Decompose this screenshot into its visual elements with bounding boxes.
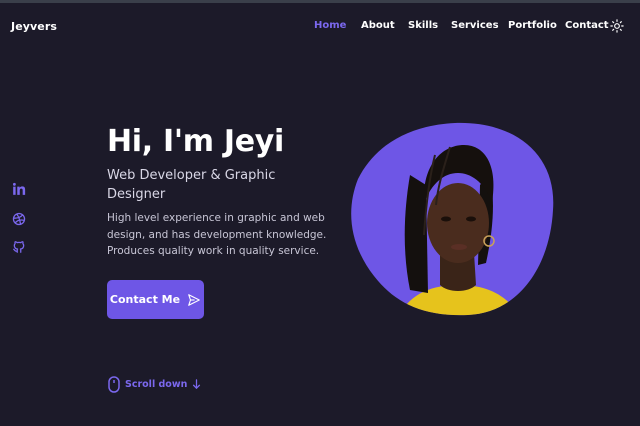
nav-skills[interactable]: Skills [408, 20, 438, 31]
hero-title: Hi, I'm Jeyi [107, 124, 285, 159]
scroll-down-label: Scroll down [125, 378, 188, 390]
hero-description: High level experience in graphic and web… [107, 212, 327, 257]
sun-icon[interactable] [610, 19, 624, 33]
site-header: Jeyvers Home About Skills Services Portf… [0, 3, 640, 49]
scroll-down-link[interactable]: Scroll down [108, 375, 201, 393]
github-icon[interactable] [12, 240, 26, 254]
nav-contact[interactable]: Contact [565, 20, 609, 31]
linkedin-icon[interactable] [12, 182, 26, 196]
nav-portfolio[interactable]: Portfolio [508, 20, 557, 31]
mouse-icon [108, 375, 120, 393]
site-logo[interactable]: Jeyvers [11, 20, 57, 33]
nav-services[interactable]: Services [451, 20, 499, 31]
hero-subtitle: Web Developer & Graphic Designer [107, 168, 276, 202]
send-icon [188, 293, 200, 306]
profile-image [351, 122, 554, 316]
contact-me-button[interactable]: Contact Me [107, 280, 204, 319]
arrow-down-icon [193, 379, 201, 389]
dribbble-icon[interactable] [12, 212, 26, 226]
nav-home[interactable]: Home [314, 20, 346, 31]
nav-about[interactable]: About [361, 20, 395, 31]
contact-me-label: Contact Me [109, 293, 181, 306]
